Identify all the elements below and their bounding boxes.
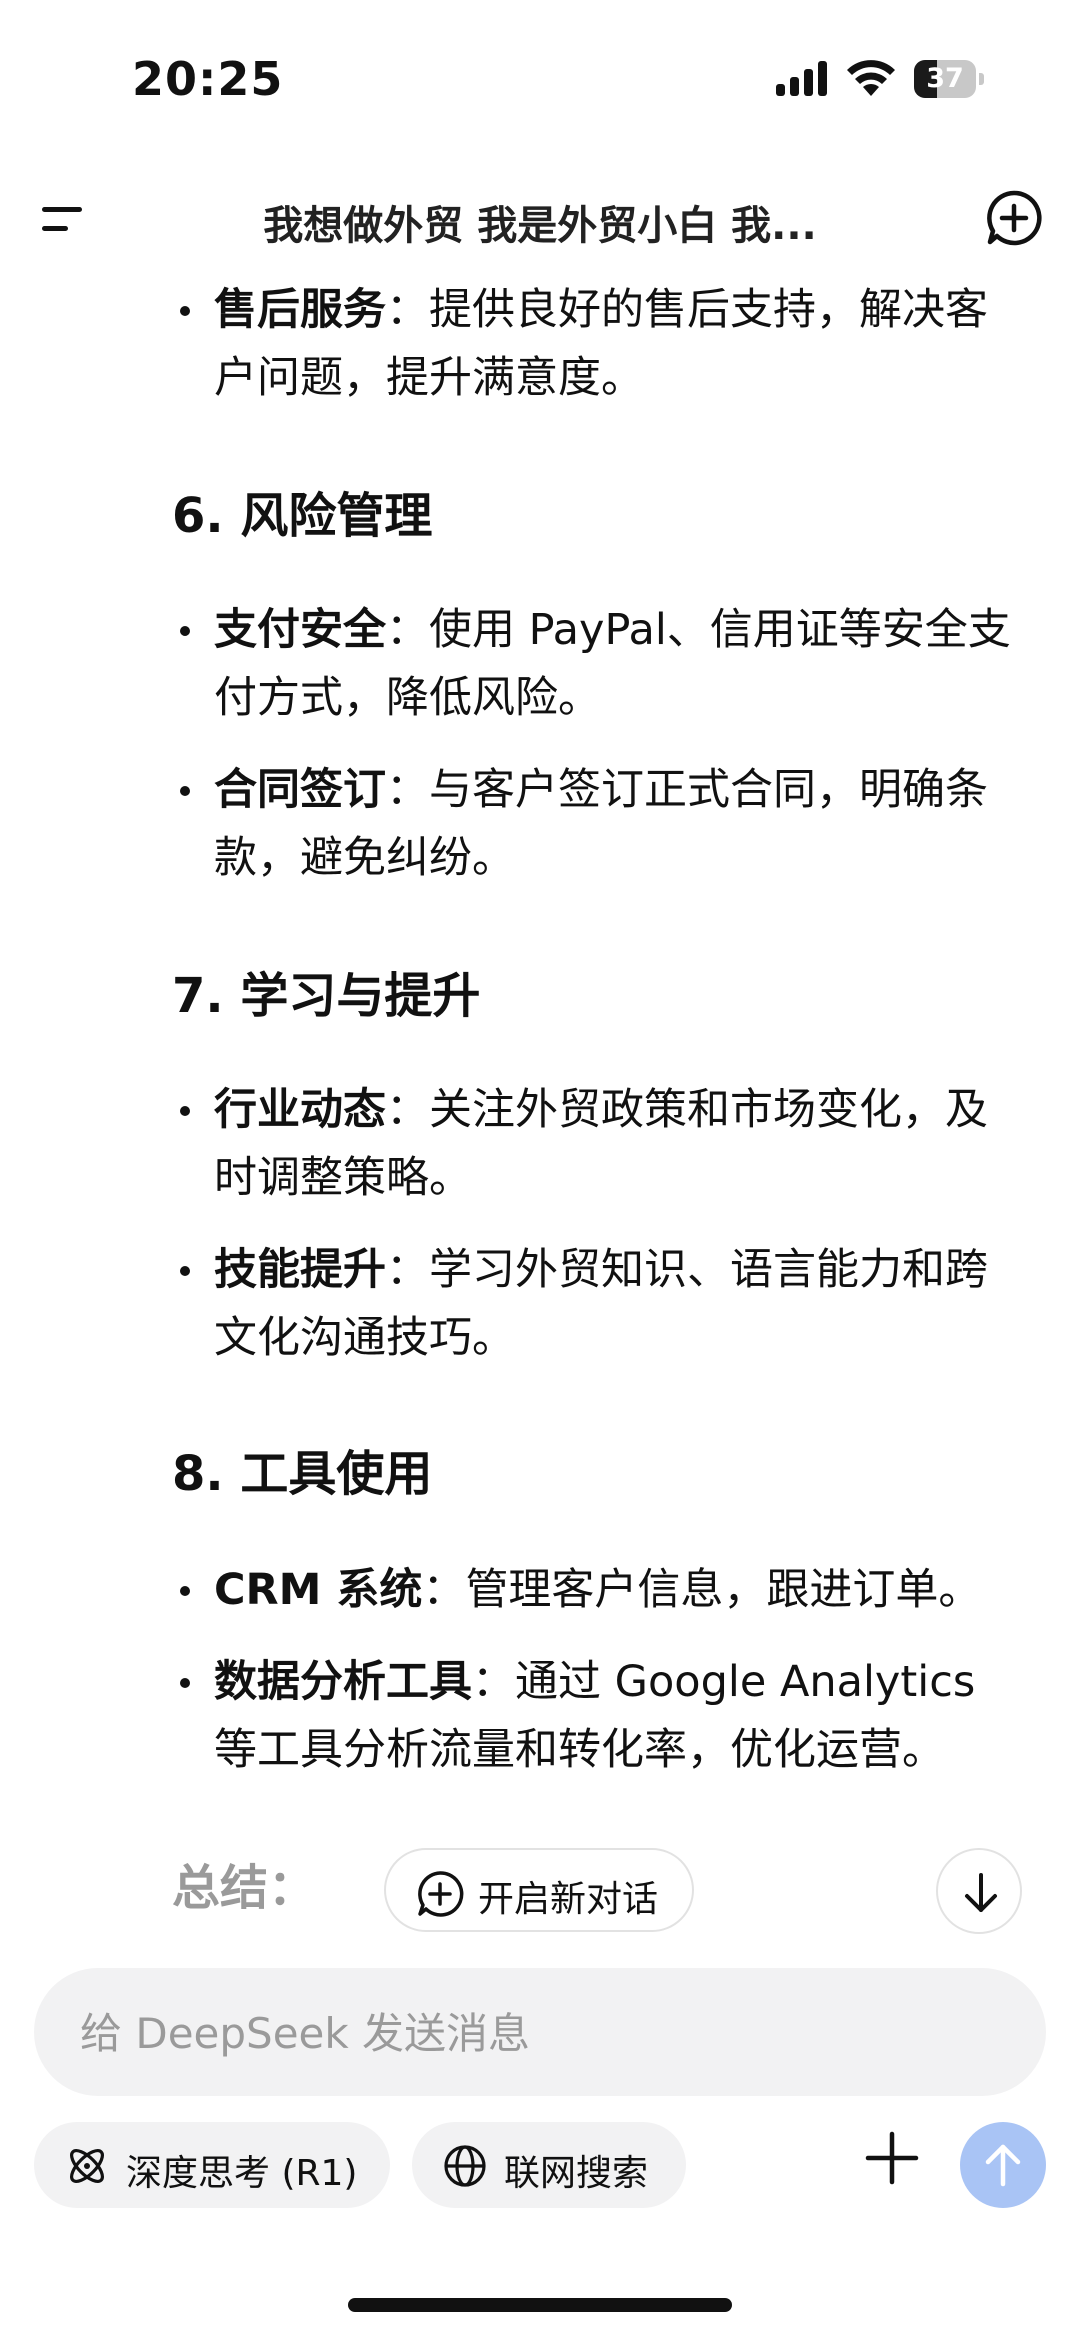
scroll-to-bottom-button[interactable]: [936, 1848, 1022, 1934]
message-input-container: [34, 1968, 1046, 2096]
battery-percent-label: 37: [926, 63, 964, 94]
atom-icon: [70, 2149, 104, 2183]
section-heading: 7. 学习与提升: [172, 968, 481, 1024]
home-indicator[interactable]: [348, 2298, 732, 2312]
list-item-term: 售后服务: [214, 285, 386, 335]
new-dialog-button[interactable]: 开启新对话: [384, 1848, 694, 1932]
menu-icon[interactable]: [40, 199, 90, 239]
deep-think-toggle[interactable]: 深度思考 (R1): [34, 2122, 390, 2208]
list-item-term: CRM 系统: [214, 1565, 423, 1615]
deep-think-label: 深度思考 (R1): [126, 2153, 358, 2194]
list-item-term: 数据分析工具: [214, 1657, 472, 1707]
summary-heading: 总结：: [172, 1860, 317, 1916]
wifi-icon: [847, 60, 895, 96]
new-chat-icon: [418, 1871, 464, 1917]
attach-plus-icon[interactable]: [862, 2128, 922, 2188]
new-chat-icon[interactable]: [985, 189, 1043, 247]
cellular-signal-icon: [776, 61, 827, 96]
list-item-term: 技能提升: [214, 1245, 386, 1295]
section-heading: 8. 工具使用: [172, 1446, 433, 1502]
globe-icon: [444, 2145, 486, 2187]
message-input[interactable]: [78, 1996, 982, 2070]
web-search-toggle[interactable]: 联网搜索: [412, 2122, 686, 2208]
list-item-text: 管理客户信息，跟进订单。: [465, 1565, 982, 1615]
list-item-term: 合同签订: [214, 765, 386, 815]
list-item-term: 支付安全: [214, 605, 386, 655]
list-item-term: 行业动态: [214, 1085, 386, 1135]
section-heading: 6. 风险管理: [172, 488, 433, 544]
web-search-label: 联网搜索: [504, 2153, 649, 2194]
arrow-down-icon: [965, 1873, 997, 1912]
status-bar: 20:25 37: [0, 0, 1080, 160]
chat-header: 我想做外贸 我是外贸小白 我...: [0, 175, 1080, 265]
status-time: 20:25: [132, 52, 284, 106]
battery-icon: 37: [914, 60, 986, 98]
conversation-title[interactable]: 我想做外贸 我是外贸小白 我...: [140, 193, 940, 245]
arrow-up-icon: [985, 2144, 1021, 2187]
send-button[interactable]: [960, 2122, 1046, 2208]
new-dialog-label: 开启新对话: [478, 1879, 659, 1920]
